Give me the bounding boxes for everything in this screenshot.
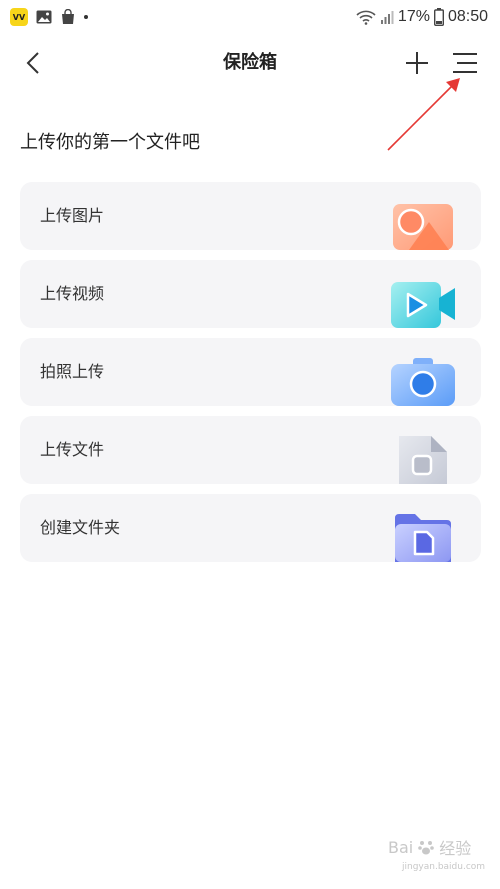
upload-list: 上传图片 上传视频 拍照上传 上传文件 创建文件夹 — [20, 182, 481, 572]
watermark-url: jingyan.baidu.com — [402, 862, 486, 872]
menu-icon — [453, 53, 477, 73]
status-bar: VV 17% 08:50 — [0, 0, 500, 34]
menu-button[interactable] — [450, 48, 480, 78]
battery-icon — [433, 8, 444, 26]
file-icon — [399, 436, 447, 484]
take-photo-item[interactable]: 拍照上传 — [20, 338, 481, 406]
add-button[interactable] — [402, 48, 432, 78]
wifi-icon — [356, 9, 376, 25]
upload-file-item[interactable]: 上传文件 — [20, 416, 481, 484]
watermark: Bai 经验 — [388, 835, 471, 859]
folder-icon — [395, 514, 451, 562]
gallery-notification-icon — [36, 10, 52, 24]
image-icon — [393, 204, 453, 250]
upload-item-label: 创建文件夹 — [40, 518, 121, 537]
upload-image-item[interactable]: 上传图片 — [20, 182, 481, 250]
nav-bar: 保险箱 — [0, 34, 500, 94]
status-right: 17% 08:50 — [356, 8, 488, 26]
watermark-brand: Bai — [388, 837, 414, 857]
upload-item-label: 上传图片 — [40, 206, 105, 225]
plus-icon — [406, 52, 428, 74]
status-left: VV — [10, 8, 88, 26]
upload-item-label: 拍照上传 — [40, 362, 105, 381]
create-folder-item[interactable]: 创建文件夹 — [20, 494, 481, 562]
paw-icon — [418, 841, 435, 855]
video-icon — [391, 282, 455, 328]
clock: 08:50 — [447, 8, 488, 25]
more-notifications-icon — [84, 15, 88, 19]
watermark-suffix: 经验 — [439, 839, 472, 858]
app-notification-icon: VV — [10, 8, 28, 26]
upload-item-label: 上传视频 — [40, 284, 105, 303]
camera-icon — [391, 358, 455, 406]
shopping-bag-icon — [60, 9, 76, 25]
section-title: 上传你的第一个文件吧 — [20, 132, 200, 153]
upload-item-label: 上传文件 — [40, 440, 105, 459]
upload-video-item[interactable]: 上传视频 — [20, 260, 481, 328]
battery-percent: 17% — [397, 8, 430, 25]
signal-icon — [380, 10, 394, 24]
